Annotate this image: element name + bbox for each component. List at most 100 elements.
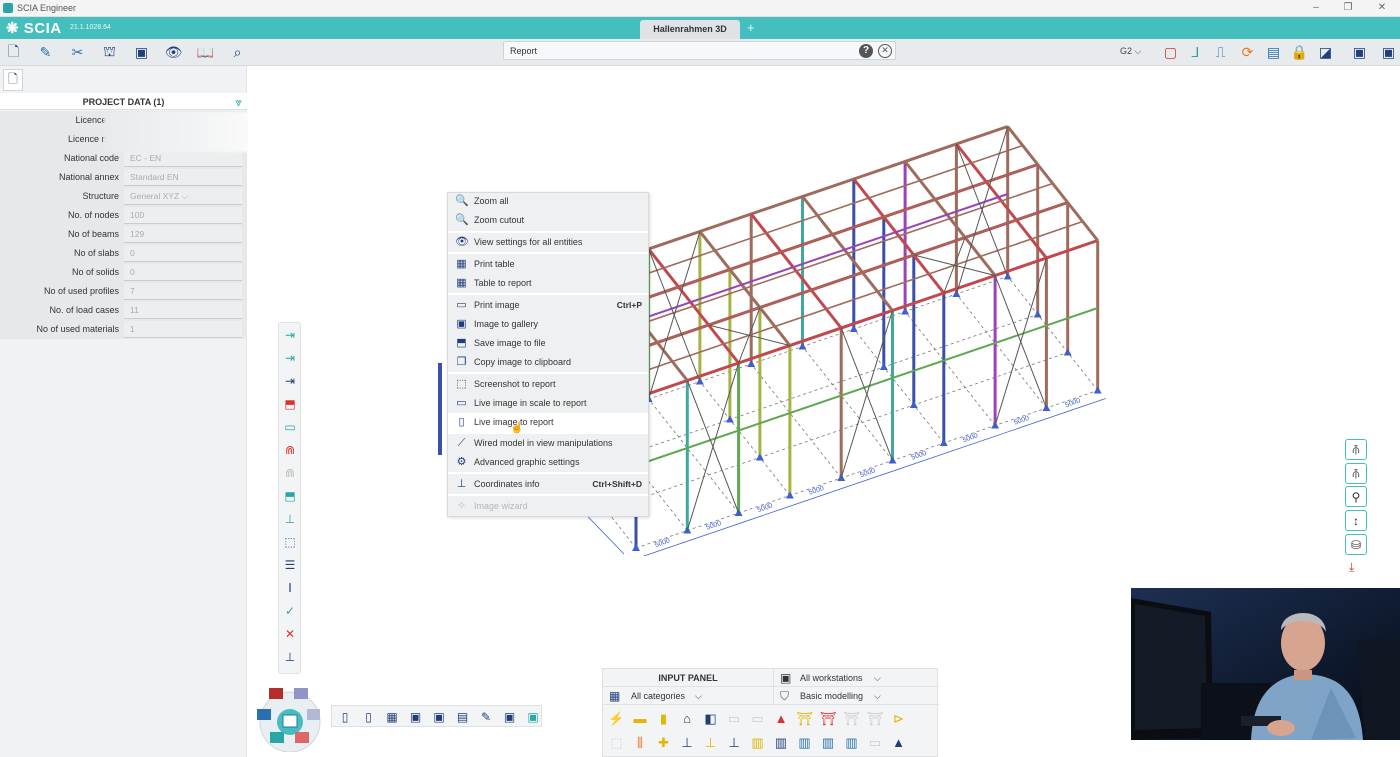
frame-icon[interactable]: ▢ — [1162, 44, 1179, 61]
project-data-value[interactable]: 7 — [124, 283, 242, 300]
project-data-value[interactable]: EC - EN — [124, 150, 242, 167]
view-mode-select[interactable]: G2 ⌵ — [1120, 46, 1141, 57]
menu-item-live-image-in-scale-to-report[interactable]: ▭ Live image in scale to report — [448, 394, 648, 413]
menu-item-screenshot-to-report[interactable]: ⬚ Screenshot to report — [448, 375, 648, 394]
new-tab-button[interactable]: + — [747, 20, 755, 35]
menu-item-print-image[interactable]: ▭ Print image Ctrl+P — [448, 296, 648, 315]
project-data-value[interactable]: General XYZ ⌵ — [124, 188, 242, 205]
input-tool-icon[interactable]: ⛩ — [866, 709, 885, 728]
column-icon[interactable]: ⇥ — [282, 373, 298, 389]
input-tool-icon[interactable]: ⚡ — [607, 709, 626, 728]
frame-right-2-icon[interactable]: ⫚ — [1345, 463, 1367, 484]
search-input[interactable]: Report — [510, 46, 537, 56]
menu-item-zoom-cutout[interactable]: 🔍 Zoom cutout — [448, 211, 648, 230]
input-tool-icon[interactable]: ⬚ — [607, 733, 626, 752]
input-tool-icon[interactable]: ▭ — [748, 709, 767, 728]
document-tab[interactable]: Hallenrahmen 3D — [640, 20, 740, 39]
document-tool-icon[interactable]: ▤ — [455, 709, 471, 725]
input-tool-icon[interactable]: ▬ — [631, 709, 650, 728]
axis-icon[interactable]: ⊥ — [282, 511, 298, 527]
project-data-value[interactable]: 100 — [124, 207, 242, 224]
menu-item-image-wizard[interactable]: ✧ Image wizard — [448, 497, 648, 516]
input-tool-icon[interactable]: ▮ — [654, 709, 673, 728]
menu-item-copy-image-to-clipboard[interactable]: ❐ Copy image to clipboard — [448, 353, 648, 372]
input-tool-icon[interactable]: ⛩ — [795, 709, 814, 728]
person-icon[interactable]: ⚲ — [1345, 486, 1367, 507]
delete-icon[interactable]: ✕ — [282, 626, 298, 642]
input-tool-icon[interactable]: ▭ — [866, 733, 885, 752]
select-icon[interactable]: ⬚ — [282, 534, 298, 550]
layout-icon[interactable]: ◪ — [1317, 44, 1334, 61]
strip-icon[interactable]: ▭ — [282, 419, 298, 435]
input-tool-icon[interactable]: ▥ — [819, 733, 838, 752]
input-tool-icon[interactable]: ▭ — [725, 709, 744, 728]
document-tool-icon[interactable]: ▣ — [525, 709, 541, 725]
menu-item-view-settings-for-all-entities[interactable]: 👁 View settings for all entities — [448, 233, 648, 252]
project-data-value[interactable]: 11 — [124, 302, 242, 319]
document-tool-icon[interactable]: ▦ — [384, 709, 400, 725]
project-data-value[interactable]: Standard EN — [124, 169, 242, 186]
menu-item-image-to-gallery[interactable]: ▣ Image to gallery — [448, 315, 648, 334]
document-tab-icon[interactable]: 🗋 — [3, 69, 23, 91]
node-icon[interactable]: ⇥ — [282, 327, 298, 343]
menu-item-wired-model-in-view-manipulations[interactable]: ⟋ Wired model in view manipulations — [448, 434, 648, 453]
book-icon[interactable]: 📖 — [197, 44, 214, 61]
dimension-icon[interactable]: ⎍ — [1212, 44, 1229, 61]
menu-item-save-image-to-file[interactable]: ⬒ Save image to file — [448, 334, 648, 353]
document-tool-icon[interactable]: ▯ — [361, 709, 377, 725]
workstation-wheel[interactable] — [252, 686, 324, 753]
menu-item-print-table[interactable]: ▦ Print table — [448, 255, 648, 274]
panel-icon[interactable]: ⬒ — [282, 488, 298, 504]
categories-select[interactable]: ▦ All categories ⌵ — [603, 687, 773, 705]
document-tool-icon[interactable]: ✎ — [478, 709, 494, 725]
modelling-select[interactable]: ⛉ Basic modelling ⌵ — [773, 687, 939, 705]
input-tool-icon[interactable]: ▲ — [772, 709, 791, 728]
structure-icon[interactable]: ⛫ — [101, 43, 118, 61]
project-data-value[interactable]: 0 — [124, 264, 242, 281]
restore-button[interactable]: ❐ — [1338, 1, 1358, 15]
arch2-icon[interactable]: ⋒ — [282, 465, 298, 481]
input-tool-icon[interactable]: ▥ — [842, 733, 861, 752]
check-icon[interactable]: ✓ — [282, 603, 298, 619]
input-tool-icon[interactable]: ⌂ — [678, 709, 697, 728]
project-data-value[interactable]: 129 — [124, 226, 242, 243]
search-help-icon[interactable]: ⌕ — [229, 44, 246, 61]
beam-icon[interactable]: ⇥ — [282, 350, 298, 366]
refresh-icon[interactable]: ⟳ — [1239, 44, 1256, 61]
input-tool-icon[interactable]: ⊥ — [678, 733, 697, 752]
new-file-icon[interactable]: 🗋 — [5, 43, 22, 61]
command-search[interactable]: Report ? ✕ — [503, 41, 896, 60]
document-tool-icon[interactable]: ▯ — [337, 709, 353, 725]
slab-icon[interactable]: ⬒ — [282, 396, 298, 412]
document-tool-icon[interactable]: ▣ — [502, 709, 518, 725]
input-tool-icon[interactable]: ▲ — [889, 733, 908, 752]
input-tool-icon[interactable]: ▥ — [748, 733, 767, 752]
input-tool-icon[interactable]: ⛩ — [842, 709, 861, 728]
database-icon[interactable]: ⛁ — [1345, 534, 1367, 555]
workstations-select[interactable]: ▣ All workstations ⌵ — [773, 669, 939, 687]
load-icon[interactable]: ⤓ — [1349, 560, 1354, 575]
menu-item-live-image-to-report[interactable]: ▯ Live image to report — [448, 413, 648, 432]
axis-icon[interactable]: ⅃ — [1187, 44, 1204, 61]
window2-icon[interactable]: ▣ — [1380, 44, 1397, 61]
close-window-button[interactable]: ✕ — [1372, 1, 1392, 15]
calc-icon[interactable]: ▤ — [1265, 44, 1282, 61]
input-tool-icon[interactable]: ⊥ — [701, 733, 720, 752]
document-tool-icon[interactable]: ▣ — [431, 709, 447, 725]
arch-icon[interactable]: ⋒ — [282, 442, 298, 458]
layers-icon[interactable]: ☰ — [282, 557, 298, 573]
project-data-value[interactable]: 0 — [124, 245, 242, 262]
tools-icon[interactable]: ✂ — [69, 44, 86, 61]
project-data-header[interactable]: PROJECT DATA (1) ⩔ — [0, 93, 247, 110]
collapse-chevron-icon[interactable]: ⩔ — [235, 95, 242, 110]
input-tool-icon[interactable]: ▥ — [795, 733, 814, 752]
input-tool-icon[interactable]: ⫼ — [631, 733, 650, 752]
window-icon[interactable]: ▣ — [1351, 44, 1368, 61]
arrows-icon[interactable]: ↕ — [1345, 510, 1367, 531]
lock-icon[interactable]: 🔒 — [1291, 44, 1308, 61]
input-tool-icon[interactable]: ⊳ — [889, 709, 908, 728]
input-tool-icon[interactable]: ▥ — [772, 733, 791, 752]
input-tool-icon[interactable]: ✚ — [654, 733, 673, 752]
clear-icon[interactable]: ✕ — [878, 44, 892, 58]
menu-item-coordinates-info[interactable]: ⊥ Coordinates info Ctrl+Shift+D — [448, 475, 648, 494]
